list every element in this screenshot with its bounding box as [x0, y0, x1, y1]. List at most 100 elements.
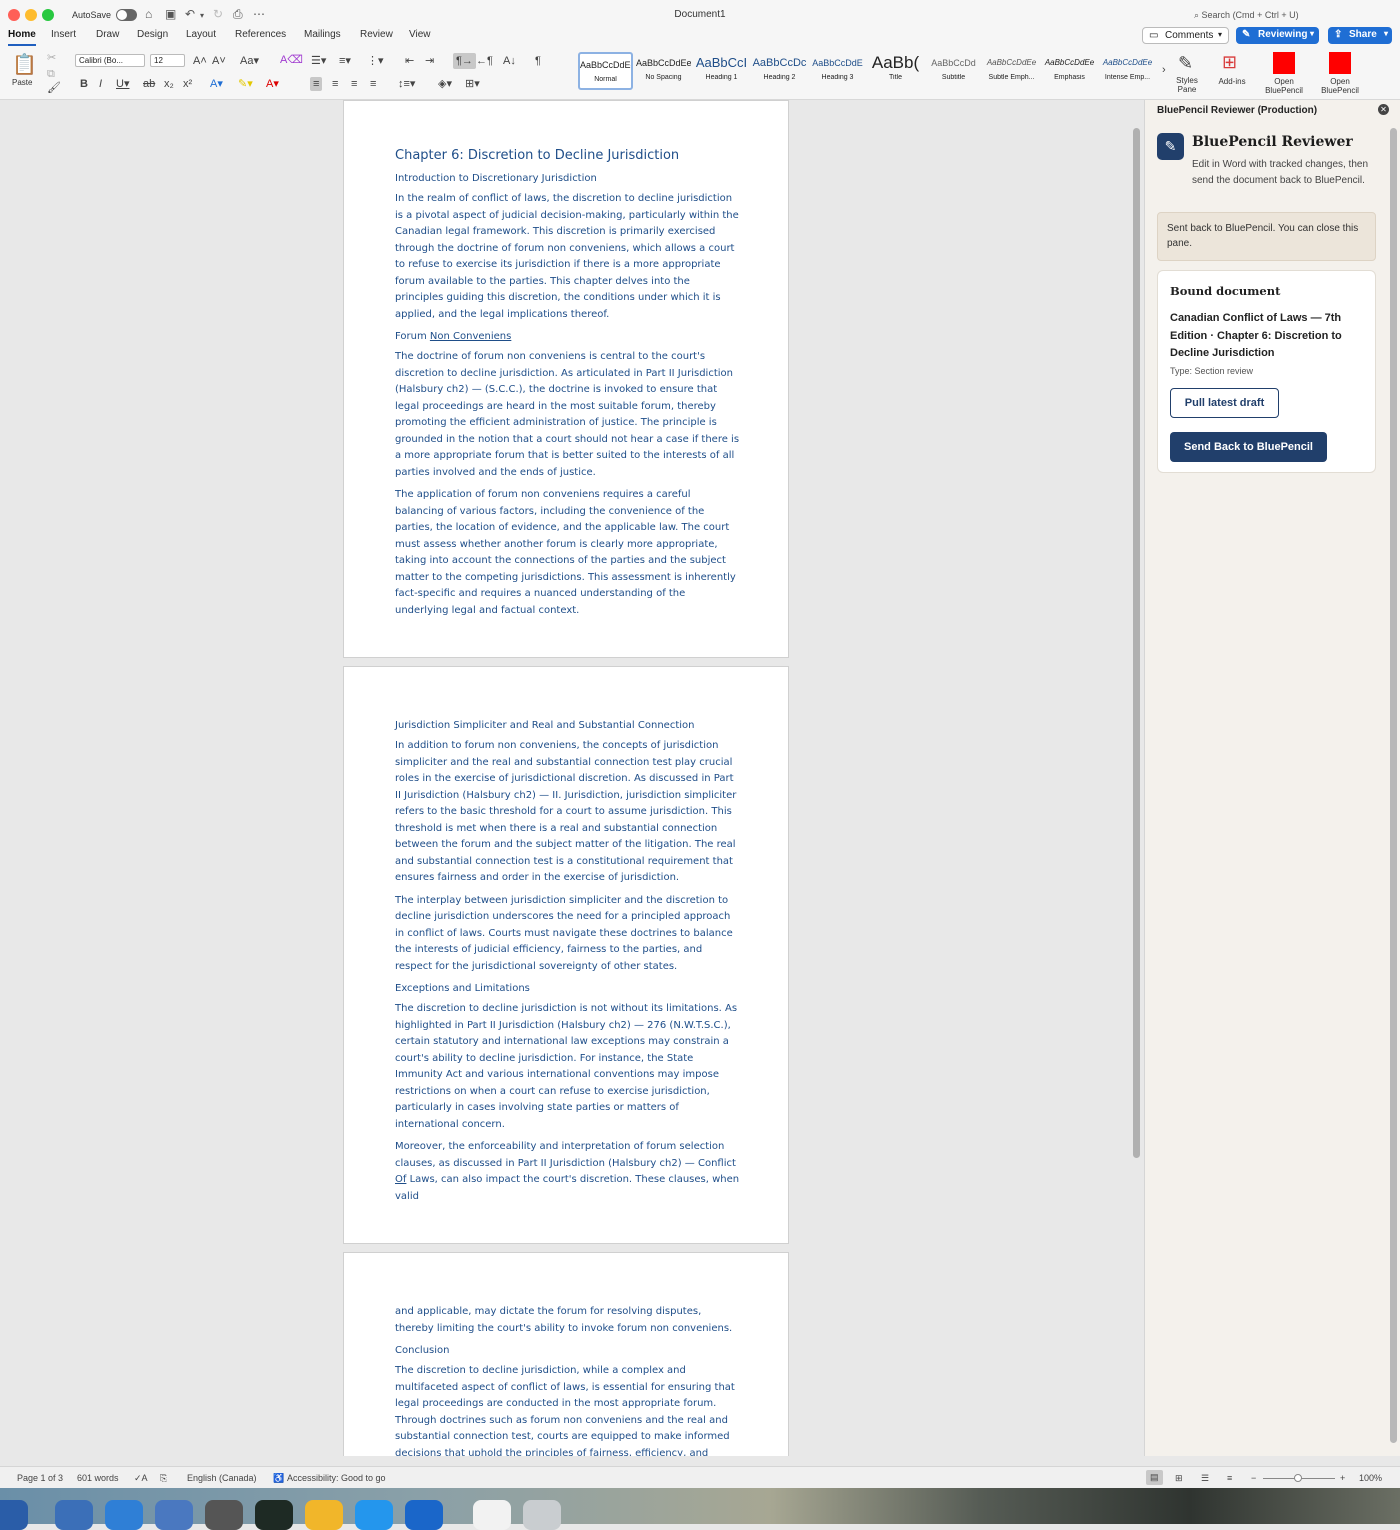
multilevel-list-icon[interactable]: ⋮▾: [367, 55, 384, 67]
align-left-icon[interactable]: ≡: [310, 77, 323, 91]
print-layout-icon[interactable]: ▤: [1146, 1470, 1163, 1485]
app-icon[interactable]: [305, 1500, 343, 1530]
app-icon[interactable]: [155, 1500, 193, 1530]
web-layout-icon[interactable]: ⊞: [1175, 1473, 1183, 1484]
tab-design[interactable]: Design: [137, 29, 168, 40]
close-icon[interactable]: ✕: [1378, 104, 1389, 115]
zoom-level[interactable]: 100%: [1359, 1473, 1382, 1483]
align-center-icon[interactable]: ≡: [332, 78, 338, 90]
page-3-text[interactable]: and applicable, may dictate the forum fo…: [395, 1304, 740, 1456]
comments-button[interactable]: ▭ Comments ▾: [1142, 27, 1229, 44]
outline-icon[interactable]: ☰: [1201, 1473, 1209, 1484]
document-canvas[interactable]: Chapter 6: Discretion to Decline Jurisdi…: [0, 100, 1144, 1456]
word-count[interactable]: 601 words: [77, 1473, 119, 1483]
tab-insert[interactable]: Insert: [51, 29, 76, 40]
grow-font-icon[interactable]: A˄: [193, 55, 207, 67]
bluepencil-icon[interactable]: [1329, 52, 1351, 74]
align-right-icon[interactable]: ≡: [351, 78, 357, 90]
docker-icon[interactable]: [355, 1500, 393, 1530]
send-back-button[interactable]: Send Back to BluePencil: [1170, 432, 1327, 462]
italic-icon[interactable]: I: [99, 78, 102, 90]
change-case-icon[interactable]: Aa▾: [240, 55, 259, 67]
app-icon[interactable]: [105, 1500, 143, 1530]
track-changes-icon[interactable]: ⎘: [160, 1473, 167, 1484]
style-intense-emphasis[interactable]: AaBbCcDdEe Intense Emp...: [1100, 52, 1155, 90]
styles-pane-icon[interactable]: ✎: [1178, 53, 1193, 73]
page-2-text[interactable]: Jurisdiction Simpliciter and Real and Su…: [395, 718, 740, 1211]
style-heading-1[interactable]: AaBbCcI Heading 1: [694, 52, 749, 90]
superscript-icon[interactable]: x²: [183, 78, 192, 90]
pull-latest-draft-button[interactable]: Pull latest draft: [1170, 388, 1279, 418]
bluepencil-icon[interactable]: [1273, 52, 1295, 74]
tracked-change[interactable]: Of: [395, 1174, 406, 1185]
addins-label[interactable]: Add-ins: [1213, 77, 1251, 86]
zoom-slider-handle[interactable]: [1294, 1474, 1302, 1482]
tab-layout[interactable]: Layout: [186, 29, 216, 40]
font-name-select[interactable]: Calibri (Bo...: [75, 54, 145, 67]
activity-monitor-icon[interactable]: [255, 1500, 293, 1530]
tab-home[interactable]: Home: [8, 29, 36, 46]
bullets-icon[interactable]: ☰▾: [311, 55, 326, 67]
clear-formatting-icon[interactable]: A⌫: [280, 54, 303, 66]
numbering-icon[interactable]: ≡▾: [339, 55, 351, 67]
increase-indent-icon[interactable]: ⇥: [425, 55, 434, 67]
search-field[interactable]: ⌕ Search (Cmd + Ctrl + U): [1194, 10, 1299, 21]
style-heading-2[interactable]: AaBbCcDc Heading 2: [752, 52, 807, 90]
style-subtle-emphasis[interactable]: AaBbCcDdEe Subtle Emph...: [984, 52, 1039, 90]
decrease-indent-icon[interactable]: ⇤: [405, 55, 414, 67]
open-bluepencil-label[interactable]: Open BluePencil: [1318, 77, 1362, 95]
shrink-font-icon[interactable]: A˅: [212, 55, 226, 67]
calculator-icon[interactable]: [205, 1500, 243, 1530]
style-no-spacing[interactable]: AaBbCcDdEe No Spacing: [636, 52, 691, 90]
trash-icon[interactable]: [523, 1500, 561, 1530]
tab-draw[interactable]: Draw: [96, 29, 119, 40]
strikethrough-icon[interactable]: ab: [143, 78, 155, 90]
justify-icon[interactable]: ≡: [370, 78, 376, 90]
subscript-icon[interactable]: x₂: [164, 78, 174, 90]
text-effects-icon[interactable]: A▾: [210, 78, 223, 90]
page-count[interactable]: Page 1 of 3: [17, 1473, 63, 1483]
paste-icon[interactable]: 📋: [12, 54, 37, 76]
app-icon[interactable]: [55, 1500, 93, 1530]
document-icon[interactable]: [473, 1500, 511, 1530]
font-size-select[interactable]: 12: [150, 54, 185, 67]
sort-icon[interactable]: A↓: [503, 55, 516, 67]
borders-icon[interactable]: ⊞▾: [465, 78, 480, 90]
format-painter-icon[interactable]: 🖌: [47, 82, 61, 94]
rtl-icon[interactable]: ←¶: [476, 55, 493, 67]
show-formatting-icon[interactable]: ¶: [535, 55, 541, 67]
styles-pane-label[interactable]: Styles Pane: [1170, 76, 1204, 94]
style-subtitle[interactable]: AaBbCcDd Subtitle: [926, 52, 981, 90]
accessibility-status[interactable]: Accessibility: Good to go: [287, 1473, 386, 1483]
copy-icon[interactable]: ⧉: [47, 68, 55, 80]
font-color-icon[interactable]: A▾: [266, 78, 279, 90]
draft-icon[interactable]: ≡: [1227, 1473, 1232, 1483]
proofing-icon[interactable]: ✓A: [134, 1473, 148, 1484]
zoom-out-icon[interactable]: −: [1251, 1473, 1256, 1483]
tracked-change[interactable]: Non Conveniens: [430, 331, 511, 342]
gallery-more-icon[interactable]: ›: [1162, 64, 1166, 76]
page-1-text[interactable]: Chapter 6: Discretion to Decline Jurisdi…: [395, 147, 740, 625]
style-heading-3[interactable]: AaBbCcDdE Heading 3: [810, 52, 865, 90]
shading-icon[interactable]: ◈▾: [438, 78, 452, 90]
highlight-icon[interactable]: ✎▾: [238, 78, 253, 90]
share-button[interactable]: ⇪ Share ▾: [1328, 27, 1392, 44]
style-normal[interactable]: AaBbCcDdEe Normal: [578, 52, 633, 90]
addins-icon[interactable]: ⊞: [1222, 52, 1237, 72]
line-spacing-icon[interactable]: ↕≡▾: [398, 78, 415, 90]
ltr-icon[interactable]: ¶→: [453, 53, 476, 69]
zoom-in-icon[interactable]: +: [1340, 1473, 1345, 1483]
underline-icon[interactable]: U▾: [116, 78, 129, 90]
word-icon[interactable]: [405, 1500, 443, 1530]
tab-review[interactable]: Review: [360, 29, 393, 40]
style-title[interactable]: AaBb(Title: [868, 52, 923, 90]
cut-icon[interactable]: ✂: [47, 52, 56, 64]
language[interactable]: English (Canada): [187, 1473, 257, 1483]
tab-view[interactable]: View: [409, 29, 431, 40]
pane-scrollbar[interactable]: [1390, 128, 1397, 1443]
tab-references[interactable]: References: [235, 29, 286, 40]
document-scrollbar[interactable]: [1133, 128, 1140, 1158]
app-icon[interactable]: [0, 1500, 28, 1530]
style-emphasis[interactable]: AaBbCcDdEe Emphasis: [1042, 52, 1097, 90]
reviewing-button[interactable]: ✎ Reviewing ▾: [1236, 27, 1319, 44]
